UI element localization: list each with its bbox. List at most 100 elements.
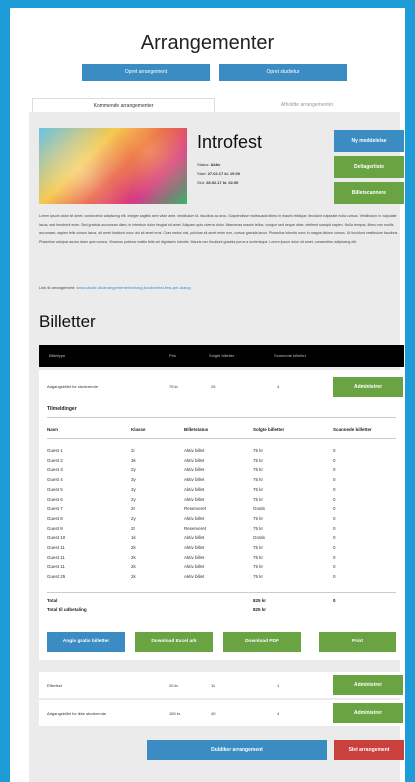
link-label: Link til arrangement: — [39, 285, 76, 290]
payout-label: Total til udbetaling — [47, 607, 87, 612]
order-name: Guest 25 — [47, 574, 66, 580]
order-status: Reserveret — [184, 506, 207, 512]
divider — [47, 417, 396, 418]
order-class: 2k — [131, 564, 136, 570]
event-tabs: Kommende arrangementer Afholdte arrangem… — [32, 98, 392, 112]
duplicate-event-button[interactable]: Dubliker arrangement — [147, 740, 327, 760]
order-scanned: 0 — [333, 574, 336, 580]
order-sold: Gratis — [253, 535, 266, 541]
order-scanned: 0 — [333, 496, 336, 502]
ticket-row: Adgangsbillet for ikke studerende 150 kr… — [39, 700, 404, 726]
ticket-name: Adgangsbillet for studerende — [47, 384, 98, 389]
order-sold: 75 kr — [253, 574, 264, 580]
order-col-name: Navn — [47, 427, 59, 432]
ticket-scanned: 1 — [277, 683, 280, 688]
order-name: Guest 6 — [47, 496, 63, 502]
order-scanned: 0 — [333, 486, 336, 492]
event-link-url[interactable]: www.studie.dk/arrangementer/bekrug-booke… — [76, 285, 190, 290]
order-class: 2y — [131, 515, 136, 521]
order-name: Guest 2 — [47, 457, 63, 463]
tickets-table-header: Billettype Pris Solgte billetter Scanned… — [39, 345, 404, 367]
ticket-sold: 40 — [211, 711, 216, 716]
divider — [47, 438, 396, 439]
order-sold: Gratis — [253, 506, 266, 512]
order-name: Guest 11 — [47, 554, 65, 560]
download-excel-button[interactable]: Download Excel ark — [135, 632, 213, 652]
order-status: Aktiv billet — [184, 457, 205, 463]
order-name: Guest 11 — [47, 545, 65, 550]
payout-value: 825 kr — [253, 607, 267, 612]
event-panel: Introfest Status: Aktiv Start: 27.02.17 … — [29, 112, 404, 782]
event-end: Slut: 28.02.17 kl. 02.00 — [197, 180, 238, 185]
order-sold: 75 kr — [253, 515, 264, 521]
order-scanned: 0 — [333, 448, 336, 453]
ticket-name: Adgangsbillet for ikke studerende — [47, 711, 107, 716]
new-message-button[interactable]: Ny meddelelse — [334, 130, 404, 152]
print-button[interactable]: Print — [319, 632, 396, 652]
ticket-price: 150 kr. — [169, 711, 182, 716]
orders-label: Tilmeldinger — [47, 406, 77, 412]
order-name: Guest 4 — [47, 477, 63, 483]
download-pdf-button[interactable]: Download PDF — [223, 632, 301, 652]
order-name: Guest 7 — [47, 506, 63, 512]
delete-event-button[interactable]: Slet arrangement — [334, 740, 404, 760]
event-description: Lorem ipsum dolor sit amet, consectetur … — [39, 214, 399, 244]
order-scanned: 0 — [333, 545, 336, 550]
end-value: 28.02.17 kl. 02.00 — [206, 180, 239, 185]
event-start: Start: 27.02.17 kl. 19.00 — [197, 171, 240, 176]
administer-ticket-button[interactable]: Administrer — [333, 703, 403, 723]
ticket-scanned: 4 — [277, 384, 280, 389]
ticket-name: Efterfest — [47, 683, 62, 688]
order-name: Guest 9 — [47, 525, 63, 531]
order-sold: 75 kr — [253, 545, 264, 550]
col-price: Pris — [169, 353, 176, 358]
order-name: Guest 10 — [47, 535, 66, 541]
order-status: Aktiv billet — [184, 496, 205, 502]
tab-upcoming[interactable]: Kommende arrangementer — [32, 98, 215, 112]
order-col-sold: Solgte billetter — [253, 427, 285, 432]
order-sold: 75 kr — [253, 448, 264, 453]
order-class: 3y — [131, 486, 136, 492]
event-status: Status: Aktiv — [197, 162, 220, 167]
status-label: Status: — [197, 162, 210, 167]
order-status: Aktiv billet — [184, 564, 205, 570]
order-scanned: 0 — [333, 515, 336, 521]
order-name: Guest 5 — [47, 486, 63, 492]
order-class: 2k — [131, 554, 136, 560]
administer-ticket-button[interactable]: Administrer — [333, 675, 403, 695]
order-sold: 75 kr — [253, 525, 264, 531]
order-sold: 75 kr — [253, 477, 264, 483]
order-sold: 75 kr — [253, 496, 264, 502]
order-status: Aktiv billet — [184, 515, 205, 521]
order-status: Aktiv billet — [184, 574, 205, 580]
status-value: Aktiv — [210, 162, 221, 167]
order-class: 2y — [131, 496, 136, 502]
total-label: Total — [47, 598, 58, 603]
ticket-row: Efterfest 20 kr. 11 1 Administrer — [39, 672, 404, 698]
order-status: Aktiv billet — [184, 467, 205, 473]
order-class: 3k — [131, 457, 136, 463]
ticket-scanners-button[interactable]: Billetscannere — [334, 182, 404, 204]
col-sold: Solgte billetter — [209, 353, 235, 358]
order-status: Aktiv billet — [184, 545, 205, 550]
order-class: 2k — [131, 574, 136, 580]
order-scanned: 0 — [333, 554, 336, 560]
administer-ticket-button[interactable]: Administrer — [333, 377, 403, 397]
order-name: Guest 1 — [47, 448, 63, 453]
order-col-class: Klasse — [131, 427, 146, 432]
order-name: Guest 11 — [47, 564, 65, 570]
start-value: 27.02.17 kl. 19.00 — [207, 171, 240, 176]
order-col-status: Billetstatus — [184, 427, 209, 432]
order-status: Aktiv billet — [184, 486, 205, 492]
create-event-button[interactable]: Opret arrangement — [82, 64, 210, 81]
participant-list-button[interactable]: Deltagerliste — [334, 156, 404, 178]
tab-past[interactable]: Afholdte arrangementer — [222, 98, 392, 112]
ticket-detail-box: Adgangsbillet for studerende 75 kr. 25 4… — [39, 370, 404, 660]
create-study-tour-button[interactable]: Opret studietur — [219, 64, 347, 81]
ticket-price: 75 kr. — [169, 384, 179, 389]
app-frame: Arrangementer Opret arrangement Opret st… — [10, 8, 405, 782]
order-sold: 75 kr — [253, 457, 264, 463]
order-status: Aktiv billet — [184, 554, 205, 560]
order-scanned: 0 — [333, 535, 336, 541]
free-tickets-button[interactable]: Angiv gratis billetter — [47, 632, 125, 652]
